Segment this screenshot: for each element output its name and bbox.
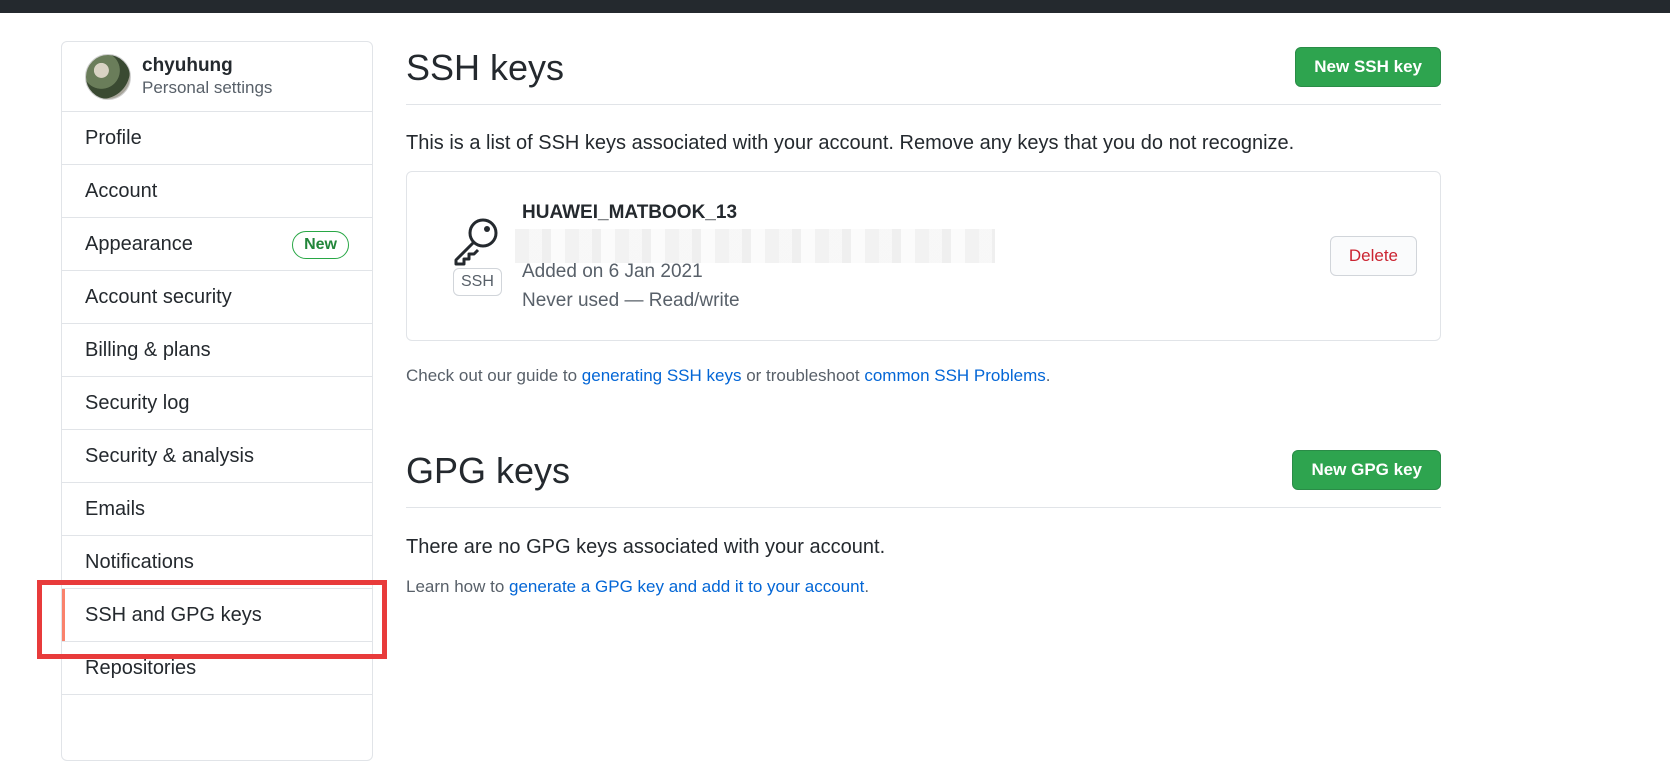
sidebar-item-label: Notifications — [85, 550, 194, 573]
sidebar-item-label: Security log — [85, 391, 190, 414]
ssh-guide-suffix: . — [1045, 366, 1051, 385]
ssh-keys-title: SSH keys — [406, 47, 565, 88]
gpg-empty-text: There are no GPG keys associated with yo… — [406, 536, 886, 558]
sidebar-item-appearance[interactable]: Appearance New — [62, 218, 372, 271]
sidebar-item-billing[interactable]: Billing & plans — [62, 324, 372, 377]
sidebar-item-label: Appearance — [85, 232, 193, 255]
ssh-section-header: SSH keys New SSH key — [406, 47, 1441, 105]
sidebar-item-label: SSH and GPG keys — [85, 603, 262, 626]
gpg-learn-prefix: Learn how to — [406, 577, 510, 596]
key-icon — [451, 216, 501, 266]
sidebar-item-label: Security & analysis — [85, 444, 254, 467]
settings-sidebar: chyuhung Personal settings Profile Accou… — [61, 41, 373, 761]
sidebar-item-repositories[interactable]: Repositories — [62, 642, 372, 695]
new-badge: New — [292, 231, 349, 259]
ssh-guide-middle: or troubleshoot — [741, 366, 865, 385]
key-name: HUAWEI_MATBOOK_13 — [522, 202, 738, 223]
common-ssh-problems-link[interactable]: common SSH Problems — [864, 366, 1045, 385]
sidebar-item-emails[interactable]: Emails — [62, 483, 372, 536]
key-usage: Never used — Read/write — [522, 290, 740, 311]
gpg-keys-title: GPG keys — [406, 450, 571, 491]
ssh-key-card: SSH HUAWEI_MATBOOK_13 Added on 6 Jan 202… — [406, 171, 1441, 341]
sidebar-item-label: Billing & plans — [85, 338, 211, 361]
key-added-date: Added on 6 Jan 2021 — [522, 261, 703, 282]
profile-text: chyuhung Personal settings — [142, 55, 272, 99]
sidebar-item-label: Repositories — [85, 656, 197, 679]
generate-gpg-key-link[interactable]: generate a GPG key and add it to your ac… — [509, 577, 864, 596]
avatar[interactable] — [85, 53, 131, 100]
sidebar-item-notifications[interactable]: Notifications — [62, 536, 372, 589]
profile-subtitle: Personal settings — [142, 77, 273, 97]
key-fingerprint-redacted — [515, 229, 995, 263]
profile-header[interactable]: chyuhung Personal settings — [62, 42, 372, 112]
sidebar-item-ssh-gpg-keys[interactable]: SSH and GPG keys — [62, 589, 372, 642]
sidebar-item-label: Emails — [85, 497, 146, 520]
sidebar-item-account[interactable]: Account — [62, 165, 372, 218]
sidebar-item-security-log[interactable]: Security log — [62, 377, 372, 430]
generating-ssh-keys-link[interactable]: generating SSH keys — [582, 366, 742, 385]
gpg-learn-suffix: . — [864, 577, 870, 596]
gpg-learn-note: Learn how to generate a GPG key and add … — [406, 577, 869, 597]
sidebar-item-account-security[interactable]: Account security — [62, 271, 372, 324]
sidebar-item-label: Profile — [85, 126, 142, 149]
ssh-guide-prefix: Check out our guide to — [406, 366, 582, 385]
sidebar-item-label: Account — [85, 179, 158, 202]
delete-key-button[interactable]: Delete — [1329, 236, 1417, 276]
ssh-type-label: SSH — [453, 268, 502, 296]
ssh-guide-note: Check out our guide to generating SSH ke… — [406, 366, 1050, 386]
sidebar-item-profile[interactable]: Profile — [62, 112, 372, 165]
top-header-bar — [0, 0, 1670, 13]
new-gpg-key-button[interactable]: New GPG key — [1292, 450, 1441, 490]
new-ssh-key-button[interactable]: New SSH key — [1295, 47, 1441, 87]
sidebar-item-label: Account security — [85, 285, 232, 308]
username[interactable]: chyuhung — [142, 55, 272, 77]
gpg-section-header: GPG keys New GPG key — [406, 450, 1441, 508]
ssh-description: This is a list of SSH keys associated wi… — [406, 132, 1295, 154]
sidebar-item-security-analysis[interactable]: Security & analysis — [62, 430, 372, 483]
